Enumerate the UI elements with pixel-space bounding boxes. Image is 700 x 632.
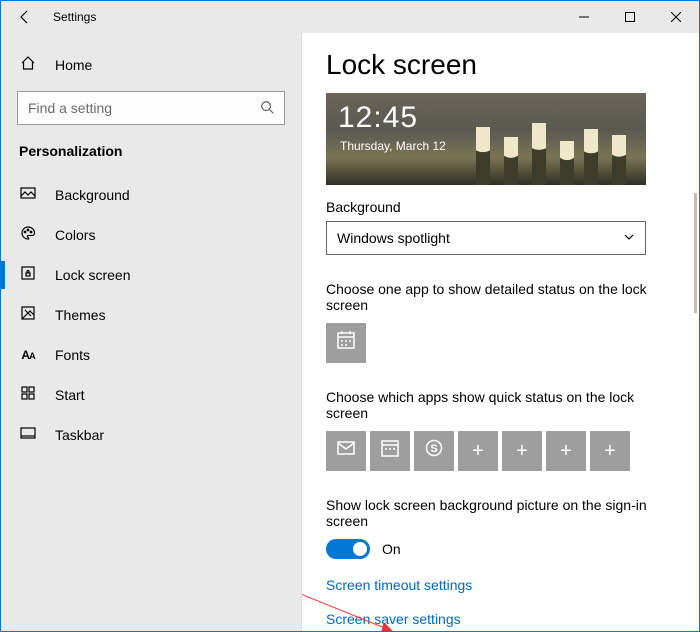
sidebar-item-label: Start <box>55 387 85 403</box>
screen-saver-link[interactable]: Screen saver settings <box>326 611 675 627</box>
search-icon <box>260 100 274 117</box>
sidebar-item-lock-screen[interactable]: Lock screen <box>1 255 301 295</box>
sidebar-item-label: Taskbar <box>55 427 104 443</box>
skype-icon: S <box>424 438 444 464</box>
quick-status-tile-mail[interactable] <box>326 431 366 471</box>
background-select[interactable]: Windows spotlight <box>326 221 646 255</box>
sidebar-item-label: Colors <box>55 227 95 243</box>
plus-icon: + <box>604 440 616 463</box>
window-title: Settings <box>49 10 96 24</box>
background-value: Windows spotlight <box>337 230 450 246</box>
home-icon <box>19 55 37 75</box>
detailed-status-app-tile[interactable] <box>326 323 366 363</box>
screen-timeout-link[interactable]: Screen timeout settings <box>326 577 675 593</box>
mail-icon <box>336 438 356 464</box>
start-icon <box>19 385 37 405</box>
plus-icon: + <box>472 440 484 463</box>
sidebar: Home Find a setting Personalization Back… <box>1 33 301 631</box>
signin-bg-toggle[interactable] <box>326 539 370 559</box>
sidebar-home-label: Home <box>55 57 92 73</box>
lock-screen-icon <box>19 265 37 285</box>
background-label: Background <box>326 199 675 215</box>
quick-status-tile-add[interactable]: + <box>546 431 586 471</box>
sidebar-category: Personalization <box>1 139 301 175</box>
page-title: Lock screen <box>326 49 675 81</box>
sidebar-item-label: Themes <box>55 307 106 323</box>
minimize-button[interactable] <box>561 1 607 33</box>
sidebar-item-colors[interactable]: Colors <box>1 215 301 255</box>
scrollbar-thumb[interactable] <box>694 193 697 313</box>
sidebar-item-label: Lock screen <box>55 267 130 283</box>
fonts-icon: AA <box>19 348 37 362</box>
quick-status-tile-add[interactable]: + <box>590 431 630 471</box>
search-placeholder: Find a setting <box>28 100 112 116</box>
taskbar-icon <box>19 425 37 445</box>
picture-icon <box>19 185 37 205</box>
themes-icon <box>19 305 37 325</box>
sidebar-item-label: Fonts <box>55 347 90 363</box>
plus-icon: + <box>560 440 572 463</box>
quick-status-label: Choose which apps show quick status on t… <box>326 389 675 421</box>
sidebar-item-fonts[interactable]: AA Fonts <box>1 335 301 375</box>
quick-status-tile-add[interactable]: + <box>458 431 498 471</box>
svg-text:S: S <box>430 443 437 455</box>
close-button[interactable] <box>653 1 699 33</box>
signin-bg-label: Show lock screen background picture on t… <box>326 497 675 529</box>
quick-status-tile-calendar[interactable] <box>370 431 410 471</box>
chevron-down-icon <box>623 230 635 246</box>
sidebar-home[interactable]: Home <box>1 45 301 85</box>
sidebar-item-label: Background <box>55 187 130 203</box>
quick-status-tile-add[interactable]: + <box>502 431 542 471</box>
calendar-icon <box>336 330 356 356</box>
toggle-state-text: On <box>382 541 401 557</box>
preview-date: Thursday, March 12 <box>340 139 446 153</box>
search-input[interactable]: Find a setting <box>17 91 285 125</box>
sidebar-item-themes[interactable]: Themes <box>1 295 301 335</box>
maximize-button[interactable] <box>607 1 653 33</box>
quick-status-tile-skype[interactable]: S <box>414 431 454 471</box>
lock-screen-preview[interactable]: 12:45 Thursday, March 12 <box>326 93 646 185</box>
palette-icon <box>19 225 37 245</box>
plus-icon: + <box>516 440 528 463</box>
sidebar-item-start[interactable]: Start <box>1 375 301 415</box>
detailed-status-label: Choose one app to show detailed status o… <box>326 281 675 313</box>
content-pane: Lock screen 12:45 Thursday, March 12 Bac… <box>301 33 699 631</box>
preview-time: 12:45 <box>338 101 418 135</box>
sidebar-item-taskbar[interactable]: Taskbar <box>1 415 301 455</box>
calendar-icon <box>380 438 400 464</box>
back-button[interactable] <box>1 1 49 33</box>
sidebar-item-background[interactable]: Background <box>1 175 301 215</box>
